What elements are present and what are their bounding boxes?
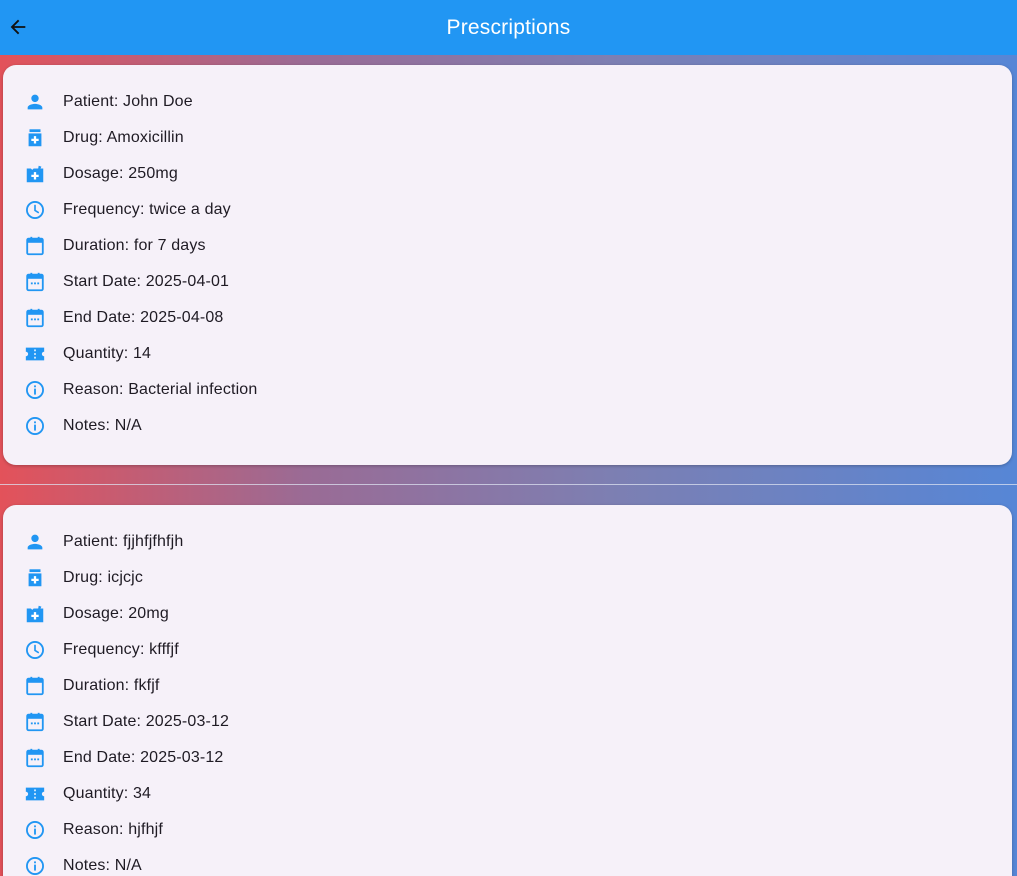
info-icon [23, 818, 47, 842]
frequency-label: Frequency: kfffjf [63, 641, 179, 658]
frequency-label: Frequency: twice a day [63, 201, 231, 218]
calendar-event-icon [23, 270, 47, 294]
ticket-icon [23, 782, 47, 806]
quantity-row: Quantity: 34 [23, 776, 1012, 812]
drug-label: Drug: icjcjc [63, 569, 144, 586]
calendar-icon [23, 674, 47, 698]
ticket-icon [23, 342, 47, 366]
notes-row: Notes: N/A [23, 848, 1012, 876]
calendar-event-icon [23, 710, 47, 734]
prescription-card: Patient: fjjhfjfhfjh Drug: icjcjc Dosage… [3, 505, 1012, 876]
clock-icon [23, 638, 47, 662]
reason-row: Reason: Bacterial infection [23, 372, 1012, 408]
dosage-row: Dosage: 250mg [23, 156, 1012, 192]
notes-label: Notes: N/A [63, 417, 142, 434]
end-date-row: End Date: 2025-03-12 [23, 740, 1012, 776]
patient-row: Patient: John Doe [23, 84, 1012, 120]
frequency-row: Frequency: twice a day [23, 192, 1012, 228]
calendar-icon [23, 234, 47, 258]
reason-label: Reason: hjfhjf [63, 821, 163, 838]
frequency-row: Frequency: kfffjf [23, 632, 1012, 668]
app-bar: Prescriptions [0, 0, 1017, 55]
patient-label: Patient: fjjhfjfhfjh [63, 533, 184, 550]
dosage-row: Dosage: 20mg [23, 596, 1012, 632]
start-date-row: Start Date: 2025-04-01 [23, 264, 1012, 300]
medication-icon [23, 566, 47, 590]
prescription-card: Patient: John Doe Drug: Amoxicillin Dosa… [3, 65, 1012, 465]
start-date-row: Start Date: 2025-03-12 [23, 704, 1012, 740]
duration-label: Duration: for 7 days [63, 237, 206, 254]
end-date-row: End Date: 2025-04-08 [23, 300, 1012, 336]
vaccine-icon [23, 162, 47, 186]
info-icon [23, 854, 47, 876]
patient-label: Patient: John Doe [63, 93, 193, 110]
info-icon [23, 378, 47, 402]
dosage-label: Dosage: 250mg [63, 165, 178, 182]
drug-label: Drug: Amoxicillin [63, 129, 184, 146]
calendar-event-icon [23, 746, 47, 770]
dosage-label: Dosage: 20mg [63, 605, 169, 622]
back-button[interactable] [2, 11, 34, 43]
quantity-label: Quantity: 14 [63, 345, 152, 362]
duration-row: Duration: fkfjf [23, 668, 1012, 704]
end-date-label: End Date: 2025-04-08 [63, 309, 224, 326]
notes-row: Notes: N/A [23, 408, 1012, 444]
vaccine-icon [23, 602, 47, 626]
medication-icon [23, 126, 47, 150]
patient-row: Patient: fjjhfjfhfjh [23, 524, 1012, 560]
person-icon [23, 530, 47, 554]
calendar-event-icon [23, 306, 47, 330]
start-date-label: Start Date: 2025-04-01 [63, 273, 230, 290]
quantity-row: Quantity: 14 [23, 336, 1012, 372]
person-icon [23, 90, 47, 114]
end-date-label: End Date: 2025-03-12 [63, 749, 224, 766]
quantity-label: Quantity: 34 [63, 785, 152, 802]
start-date-label: Start Date: 2025-03-12 [63, 713, 230, 730]
duration-row: Duration: for 7 days [23, 228, 1012, 264]
duration-label: Duration: fkfjf [63, 677, 160, 694]
info-icon [23, 414, 47, 438]
divider [0, 484, 1017, 485]
notes-label: Notes: N/A [63, 857, 142, 874]
arrow-back-icon [10, 19, 26, 35]
drug-row: Drug: Amoxicillin [23, 120, 1012, 156]
drug-row: Drug: icjcjc [23, 560, 1012, 596]
reason-row: Reason: hjfhjf [23, 812, 1012, 848]
reason-label: Reason: Bacterial infection [63, 381, 258, 398]
clock-icon [23, 198, 47, 222]
page-title: Prescriptions [446, 15, 571, 39]
